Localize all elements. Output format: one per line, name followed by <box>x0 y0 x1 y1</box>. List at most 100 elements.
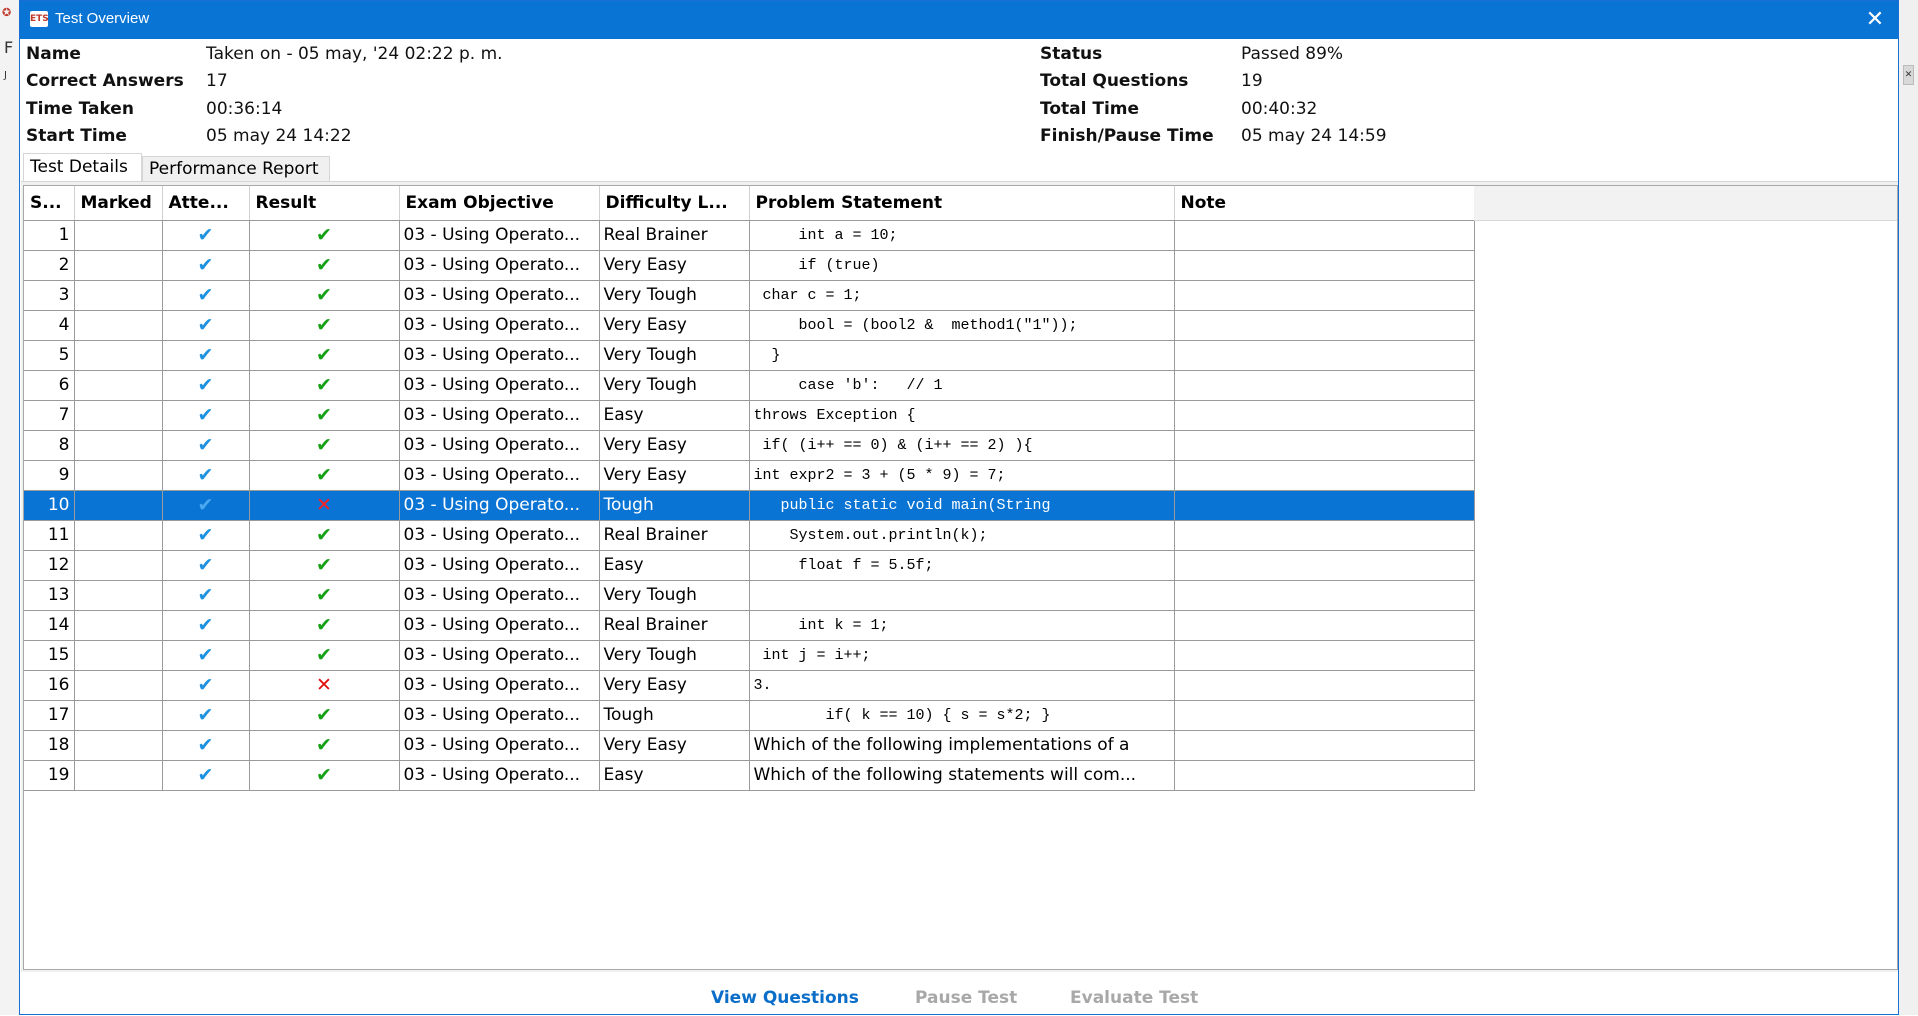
start-time-label: Start Time <box>26 126 127 146</box>
marked-cell[interactable] <box>74 670 163 701</box>
column-header-problem-statement[interactable]: Problem Statement <box>749 186 1175 221</box>
correct-check-icon: ✔ <box>316 524 332 546</box>
note-cell[interactable] <box>1174 640 1475 671</box>
column-header-attempted[interactable]: Atte... <box>162 186 250 221</box>
note-cell[interactable] <box>1174 610 1475 641</box>
serial-cell: 1 <box>24 220 75 251</box>
column-header-result[interactable]: Result <box>249 186 400 221</box>
note-cell[interactable] <box>1174 730 1475 761</box>
marked-cell[interactable] <box>74 430 163 461</box>
table-row[interactable]: 5 ✔ ✔ 03 - Using Operato... Very Tough } <box>24 340 1475 371</box>
exam-objective-cell: 03 - Using Operato... <box>399 580 600 611</box>
difficulty-cell: Very Easy <box>599 460 750 491</box>
column-header-serial[interactable]: S... <box>24 186 75 221</box>
wrong-cross-icon: ✕ <box>316 674 332 696</box>
note-cell[interactable] <box>1174 490 1475 521</box>
table-row[interactable]: 4 ✔ ✔ 03 - Using Operato... Very Easy bool =… <box>24 310 1475 341</box>
marked-cell[interactable] <box>74 250 163 281</box>
column-header-marked[interactable]: Marked <box>74 186 163 221</box>
result-cell: ✔ <box>249 640 400 671</box>
marked-cell[interactable] <box>74 370 163 401</box>
column-header-note[interactable]: Note <box>1174 186 1475 221</box>
table-header-filler <box>1474 186 1897 221</box>
table-row[interactable]: 13 ✔ ✔ 03 - Using Operato... Very Tough <box>24 580 1475 611</box>
table-row[interactable]: 7 ✔ ✔ 03 - Using Operato... Easy throws Excep… <box>24 400 1475 431</box>
table-row[interactable]: 2 ✔ ✔ 03 - Using Operato... Very Easy if (tr… <box>24 250 1475 281</box>
evaluate-test-button[interactable]: Evaluate Test <box>1070 988 1198 1008</box>
table-row[interactable]: 3 ✔ ✔ 03 - Using Operato... Very Tough char … <box>24 280 1475 311</box>
marked-cell[interactable] <box>74 310 163 341</box>
note-cell[interactable] <box>1174 430 1475 461</box>
exam-objective-cell: 03 - Using Operato... <box>399 310 600 341</box>
marked-cell[interactable] <box>74 640 163 671</box>
marked-cell[interactable] <box>74 700 163 731</box>
note-cell[interactable] <box>1174 760 1475 791</box>
note-cell[interactable] <box>1174 280 1475 311</box>
column-header-exam-objective[interactable]: Exam Objective <box>399 186 600 221</box>
problem-statement-text: Which of the following statements will c… <box>753 765 1137 785</box>
problem-statement-text: case 'b': // 1 <box>753 376 943 394</box>
marked-cell[interactable] <box>74 610 163 641</box>
column-header-difficulty[interactable]: Difficulty L... <box>599 186 750 221</box>
table-row[interactable]: 1 ✔ ✔ 03 - Using Operato... Real Brainer int… <box>24 220 1475 251</box>
correct-check-icon: ✔ <box>316 704 332 726</box>
serial-cell: 2 <box>24 250 75 281</box>
serial-cell: 19 <box>24 760 75 791</box>
marked-cell[interactable] <box>74 760 163 791</box>
note-cell[interactable] <box>1174 580 1475 611</box>
exam-objective-cell: 03 - Using Operato... <box>399 670 600 701</box>
difficulty-cell: Real Brainer <box>599 610 750 641</box>
attempted-check-icon: ✔ <box>197 254 214 276</box>
title-bar: ETS Test Overview ✕ <box>20 1 1898 39</box>
marked-cell[interactable] <box>74 340 163 371</box>
result-cell: ✔ <box>249 520 400 551</box>
problem-statement-cell: throws Exception { <box>749 400 1175 431</box>
note-cell[interactable] <box>1174 220 1475 251</box>
note-cell[interactable] <box>1174 370 1475 401</box>
view-questions-button[interactable]: View Questions <box>711 988 859 1008</box>
action-bar: View Questions Pause Test Evaluate Test <box>20 976 1900 1016</box>
tab-performance-report[interactable]: Performance Report <box>142 156 330 181</box>
pause-test-button[interactable]: Pause Test <box>915 988 1017 1008</box>
table-row[interactable]: 18 ✔ ✔ 03 - Using Operato... Very Easy Which … <box>24 730 1475 761</box>
tab-test-details[interactable]: Test Details <box>23 153 142 181</box>
table-row[interactable]: 12 ✔ ✔ 03 - Using Operato... Easy float f = … <box>24 550 1475 581</box>
marked-cell[interactable] <box>74 220 163 251</box>
problem-statement-text: int k = 1; <box>753 616 889 634</box>
marked-cell[interactable] <box>74 580 163 611</box>
table-row[interactable]: 10 ✔ ✕ 03 - Using Operato... Tough public st… <box>24 490 1475 521</box>
table-row[interactable]: 9 ✔ ✔ 03 - Using Operato... Very Easy int exp… <box>24 460 1475 491</box>
note-cell[interactable] <box>1174 550 1475 581</box>
background-app-left-edge: ✪ F J <box>0 0 21 1015</box>
result-cell: ✔ <box>249 280 400 311</box>
note-cell[interactable] <box>1174 310 1475 341</box>
note-cell[interactable] <box>1174 250 1475 281</box>
marked-cell[interactable] <box>74 460 163 491</box>
correct-check-icon: ✔ <box>316 254 332 276</box>
note-cell[interactable] <box>1174 340 1475 371</box>
table-row[interactable]: 16 ✔ ✕ 03 - Using Operato... Very Easy 3. <box>24 670 1475 701</box>
marked-cell[interactable] <box>74 280 163 311</box>
table-row[interactable]: 11 ✔ ✔ 03 - Using Operato... Real Brainer Sy… <box>24 520 1475 551</box>
marked-cell[interactable] <box>74 550 163 581</box>
marked-cell[interactable] <box>74 520 163 551</box>
table-row[interactable]: 19 ✔ ✔ 03 - Using Operato... Easy Which of th… <box>24 760 1475 791</box>
note-cell[interactable] <box>1174 460 1475 491</box>
marked-cell[interactable] <box>74 400 163 431</box>
marked-cell[interactable] <box>74 730 163 761</box>
note-cell[interactable] <box>1174 670 1475 701</box>
result-cell: ✕ <box>249 670 400 701</box>
difficulty-cell: Easy <box>599 550 750 581</box>
table-row[interactable]: 6 ✔ ✔ 03 - Using Operato... Very Tough case … <box>24 370 1475 401</box>
marked-cell[interactable] <box>74 490 163 521</box>
exam-objective-cell: 03 - Using Operato... <box>399 370 600 401</box>
table-row[interactable]: 17 ✔ ✔ 03 - Using Operato... Tough if( k == … <box>24 700 1475 731</box>
table-row[interactable]: 8 ✔ ✔ 03 - Using Operato... Very Easy if( (i… <box>24 430 1475 461</box>
table-row[interactable]: 15 ✔ ✔ 03 - Using Operato... Very Tough int … <box>24 640 1475 671</box>
table-row[interactable]: 14 ✔ ✔ 03 - Using Operato... Real Brainer in… <box>24 610 1475 641</box>
note-cell[interactable] <box>1174 700 1475 731</box>
note-cell[interactable] <box>1174 400 1475 431</box>
close-icon[interactable]: ✕ <box>1860 5 1890 35</box>
difficulty-cell: Real Brainer <box>599 520 750 551</box>
note-cell[interactable] <box>1174 520 1475 551</box>
